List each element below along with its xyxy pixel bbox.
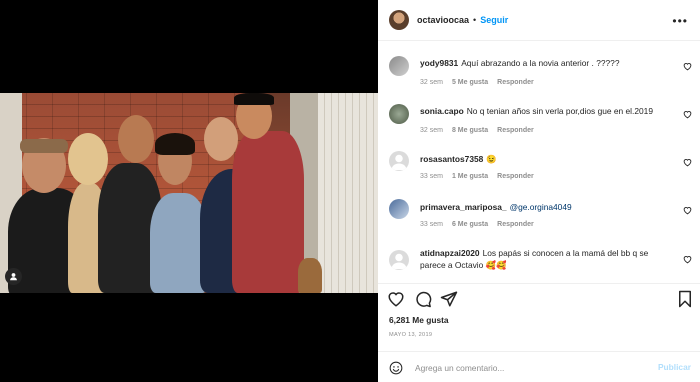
comment-meta: 33 sem 1 Me gusta Responder xyxy=(420,173,543,180)
comment-item: sonia.capo No q tenian años sin verla por… xyxy=(378,96,700,144)
person-3-head xyxy=(118,115,154,163)
media-pane xyxy=(0,0,378,382)
heart-icon[interactable] xyxy=(683,206,692,215)
commenter-username[interactable]: sonia.capo xyxy=(420,106,464,116)
author-avatar[interactable] xyxy=(389,10,409,30)
comment-text: rosasantos7358 😉 xyxy=(420,153,674,165)
comment-body: Aquí abrazando a la novia anterior . ???… xyxy=(461,58,620,68)
reply-button[interactable]: Responder xyxy=(497,173,534,180)
commenter-avatar[interactable] xyxy=(389,56,409,76)
comment-item: primavera_mariposa_ @ge.orgina4049 33 sem… xyxy=(378,191,700,239)
heart-icon[interactable] xyxy=(387,290,405,308)
header-separator: • xyxy=(473,15,477,25)
author-username[interactable]: octavioocaa xyxy=(417,15,469,25)
comment-time[interactable]: 32 sem xyxy=(420,79,443,86)
comment-text: yody9831 Aquí abrazando a la novia anteri… xyxy=(420,57,674,69)
comment-body: 😉 xyxy=(486,154,497,164)
default-avatar-icon xyxy=(391,253,407,270)
comment-likes[interactable]: 6 Me gusta xyxy=(452,221,488,228)
comment-text: atidnapzai2020 Los papás si conocen a la … xyxy=(420,247,674,271)
bookmark-icon[interactable] xyxy=(676,290,694,308)
follow-button[interactable]: Seguir xyxy=(480,15,508,25)
comment-likes[interactable]: 1 Me gusta xyxy=(452,173,488,180)
post-sidebar: octavioocaa • Seguir ••• yody9831 Aquí ab… xyxy=(378,0,700,382)
share-icon[interactable] xyxy=(440,290,458,308)
comment-text: sonia.capo No q tenian años sin verla por… xyxy=(420,105,674,117)
commenter-avatar[interactable] xyxy=(389,199,409,219)
person-6 xyxy=(232,131,304,293)
heart-icon[interactable] xyxy=(683,110,692,119)
comment-icon[interactable] xyxy=(414,290,432,308)
post-header: octavioocaa • Seguir ••• xyxy=(378,0,700,41)
commenter-username[interactable]: primavera_mariposa_ xyxy=(420,202,507,212)
comment-likes[interactable]: 8 Me gusta xyxy=(452,127,488,134)
heart-icon[interactable] xyxy=(683,62,692,71)
comment-meta: 32 sem 5 Me gusta Responder xyxy=(420,79,543,86)
person-2-head xyxy=(68,133,108,185)
heart-icon[interactable] xyxy=(683,158,692,167)
reply-button[interactable]: Responder xyxy=(497,127,534,134)
publish-button[interactable]: Publicar xyxy=(658,362,691,372)
comment-meta: 32 sem 8 Me gusta Responder xyxy=(420,127,543,134)
comment-input[interactable] xyxy=(415,360,645,375)
person-5-head xyxy=(204,117,238,161)
comment-composer: Publicar xyxy=(378,351,700,382)
more-options-icon[interactable]: ••• xyxy=(672,14,688,28)
comment-item: rosasantos7358 😉 33 sem 1 Me gusta Responde… xyxy=(378,143,700,191)
comment-time[interactable]: 32 sem xyxy=(420,127,443,134)
heart-icon[interactable] xyxy=(683,255,692,264)
commenter-username[interactable]: yody9831 xyxy=(420,58,458,68)
post-photo[interactable] xyxy=(0,93,378,293)
comment-item: atidnapzai2020 Los papás si conocen a la … xyxy=(378,238,700,283)
person-1-headband xyxy=(20,139,68,153)
comment-time[interactable]: 33 sem xyxy=(420,221,443,228)
post-date[interactable]: Mayo 13, 2019 xyxy=(389,332,432,338)
reply-button[interactable]: Responder xyxy=(497,221,534,228)
person-4-hair xyxy=(155,133,195,155)
comment-body: No q tenian años sin verla por,dios gue … xyxy=(466,106,653,116)
comment-text: primavera_mariposa_ @ge.orgina4049 xyxy=(420,201,674,213)
comment-body[interactable]: @ge.orgina4049 xyxy=(510,202,572,212)
emoji-icon[interactable] xyxy=(389,361,403,375)
commenter-username[interactable]: rosasantos7358 xyxy=(420,154,483,164)
commenter-avatar[interactable] xyxy=(389,151,409,171)
reply-button[interactable]: Responder xyxy=(497,79,534,86)
likes-count[interactable]: 6,281 Me gusta xyxy=(389,315,449,325)
user-tag-icon[interactable] xyxy=(5,268,22,285)
white-door xyxy=(318,93,378,293)
default-avatar-icon xyxy=(391,154,407,171)
comment-meta: 33 sem 6 Me gusta Responder xyxy=(420,221,543,228)
action-bar xyxy=(378,283,700,313)
comment-time[interactable]: 33 sem xyxy=(420,173,443,180)
person-6-hair xyxy=(234,93,274,105)
comment-likes[interactable]: 5 Me gusta xyxy=(452,79,488,86)
commenter-avatar[interactable] xyxy=(389,104,409,124)
comments-list[interactable]: yody9831 Aquí abrazando a la novia anteri… xyxy=(378,41,700,283)
comment-item: yody9831 Aquí abrazando a la novia anteri… xyxy=(378,48,700,96)
commenter-username[interactable]: atidnapzai2020 xyxy=(420,248,480,258)
dog xyxy=(298,258,322,293)
commenter-avatar[interactable] xyxy=(389,250,409,270)
